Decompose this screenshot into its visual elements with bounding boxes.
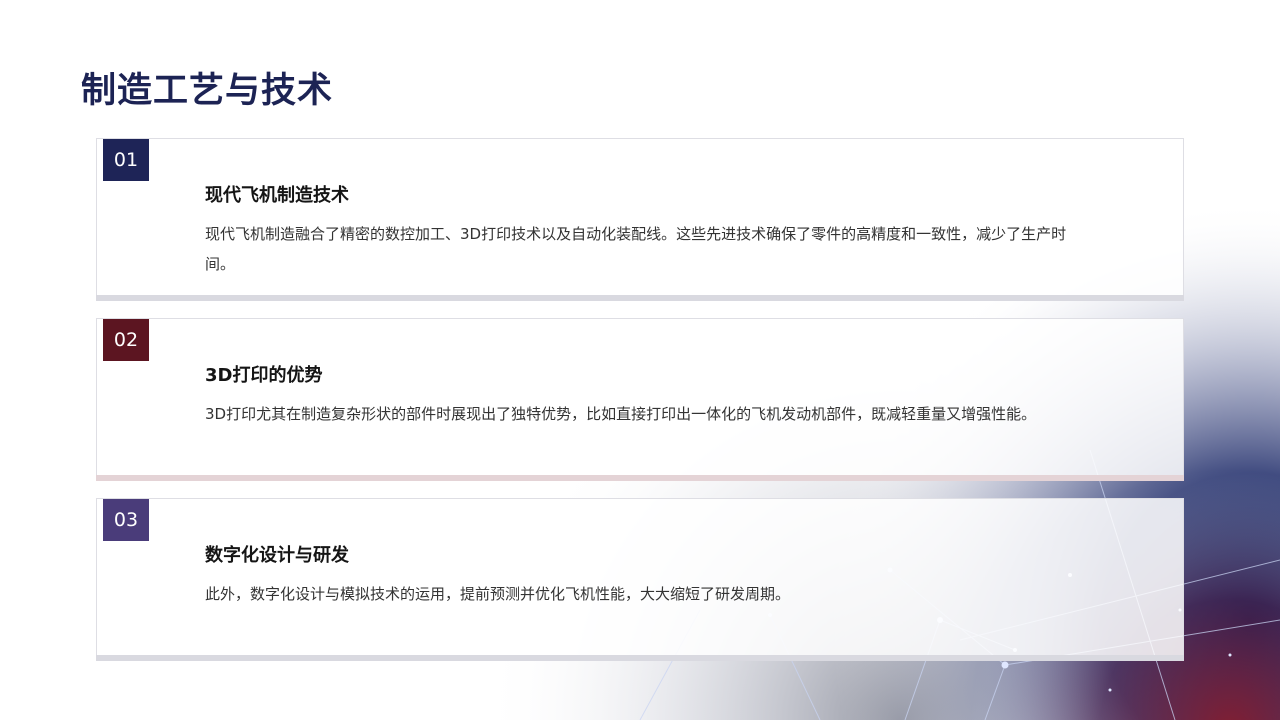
card-body-text: 此外，数字化设计与模拟技术的运用，提前预测并优化飞机性能，大大缩短了研发周期。	[205, 585, 791, 603]
card-title: 数字化设计与研发	[205, 545, 349, 566]
card-number-badge: 03	[103, 499, 149, 541]
card-body-text: 现代飞机制造融合了精密的数控加工、3D打印技术以及自动化装配线。这些先进技术确保…	[205, 225, 1067, 273]
feature-card-1: 01 现代飞机制造技术 现代飞机制造融合了精密的数控加工、3D打印技术以及自动化…	[96, 138, 1184, 301]
card-title: 现代飞机制造技术	[205, 185, 349, 206]
page-title: 制造工艺与技术	[81, 71, 334, 111]
card-bottom-bar	[96, 295, 1184, 301]
feature-card-2: 02 3D打印的优势 3D打印尤其在制造复杂形状的部件时展现出了独特优势，比如直…	[96, 318, 1184, 481]
card-number-badge: 01	[103, 139, 149, 181]
card-number-badge: 02	[103, 319, 149, 361]
card-title: 3D打印的优势	[205, 365, 323, 386]
card-body-text: 3D打印尤其在制造复杂形状的部件时展现出了独特优势，比如直接打印出一体化的飞机发…	[205, 405, 1037, 423]
feature-card-3: 03 数字化设计与研发 此外，数字化设计与模拟技术的运用，提前预测并优化飞机性能…	[96, 498, 1184, 661]
card-bottom-bar	[96, 655, 1184, 661]
card-bottom-bar	[96, 475, 1184, 481]
